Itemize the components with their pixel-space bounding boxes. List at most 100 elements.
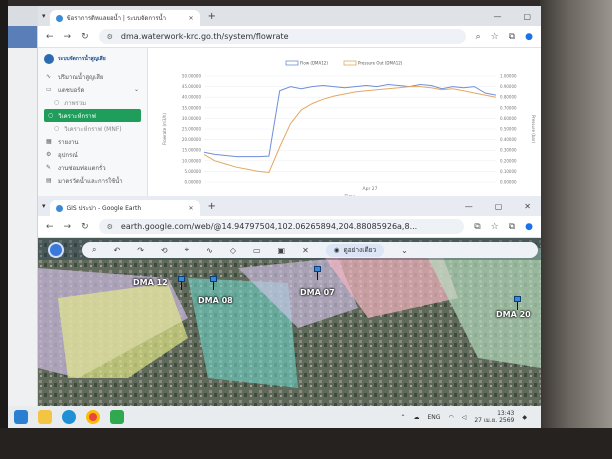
undo-icon[interactable]: ↶ xyxy=(113,246,120,255)
chevron-down-icon[interactable]: ⌄ xyxy=(401,246,408,255)
sidebar-item-graph-analysis[interactable]: ○ วิเคราะห์กราฟ xyxy=(44,109,141,122)
new-tab-icon[interactable]: + xyxy=(208,11,216,22)
browser-window-flowrate: ▾ ข้อราการดิหแลยอนํ้า | ระบบจัดการน้ำ ✕ … xyxy=(38,6,541,206)
url-input[interactable]: ⚙ earth.google.com/web/@14.94797504,102.… xyxy=(98,219,465,234)
site-settings-icon[interactable]: ⚙ xyxy=(107,223,113,231)
zoom-icon[interactable]: ⌕ xyxy=(476,32,481,42)
install-app-icon[interactable]: ⧉ xyxy=(474,222,480,232)
map-pin-icon[interactable] xyxy=(314,266,321,280)
gear-icon: ⚙ xyxy=(46,151,52,158)
maximize-icon[interactable]: ▢ xyxy=(523,12,531,21)
map-label-dma20: DMA 20 xyxy=(496,310,531,319)
map-satellite-layer xyxy=(38,238,541,406)
series-line xyxy=(203,86,497,174)
tools-icon[interactable]: ✕ xyxy=(302,246,309,255)
start-icon[interactable] xyxy=(14,410,28,424)
map-pin-icon[interactable] xyxy=(178,276,185,290)
monitor-bezel-right xyxy=(540,0,612,459)
url-text: dma.waterwork-krc.go.th/system/flowrate xyxy=(120,32,289,41)
path-icon[interactable]: ∿ xyxy=(206,246,213,255)
extensions-icon[interactable]: ⧉ xyxy=(509,222,515,232)
language-indicator[interactable]: ENG xyxy=(428,414,441,421)
map-pin-icon[interactable] xyxy=(210,276,217,290)
forward-icon[interactable]: → xyxy=(64,222,72,232)
redo-icon[interactable]: ↷ xyxy=(137,246,144,255)
map-pin-icon[interactable] xyxy=(514,296,521,310)
legend-label: Pressure Out (DMA12) xyxy=(358,61,403,66)
tab-gis[interactable]: GIS ประปา - Google Earth ✕ xyxy=(49,200,200,216)
close-tab-icon[interactable]: ✕ xyxy=(188,205,193,212)
notification-bell-icon[interactable]: ◆ xyxy=(522,414,527,421)
edge-icon[interactable] xyxy=(62,410,76,424)
app-brand: ระบบจัดการน้ำสูญเสีย xyxy=(38,48,147,70)
site-settings-icon[interactable]: ⚙ xyxy=(107,33,113,41)
clock[interactable]: 13:43 27 เม.ย. 2569 xyxy=(474,410,514,424)
y-right-tick-label: 0.70000 xyxy=(500,105,517,110)
clock-time: 13:43 xyxy=(497,410,515,417)
tab-title: ข้อราการดิหแลยอนํ้า | ระบบจัดการน้ำ xyxy=(66,15,167,22)
tab-flowrate[interactable]: ข้อราการดิหแลยอนํ้า | ระบบจัดการน้ำ ✕ xyxy=(49,10,200,26)
sidebar-item-water-loss[interactable]: ∿ ปริมาณน้ำสูญเสีย xyxy=(38,70,147,83)
close-window-icon[interactable]: ✕ xyxy=(524,202,531,211)
y-right-tick-label: 0.30000 xyxy=(500,148,517,153)
placemark-icon[interactable]: ⌖ xyxy=(185,245,190,255)
map-label-dma07: DMA 07 xyxy=(300,288,335,297)
sidebar-item-repairs[interactable]: ✎ งานซ่อมท่อแตกรั่ว xyxy=(38,161,147,174)
wifi-icon[interactable]: ◠ xyxy=(448,414,453,421)
app-logo-icon xyxy=(44,54,54,64)
sidebar-item-reports[interactable]: ▦ รายงาน xyxy=(38,135,147,148)
table-icon: ▦ xyxy=(46,138,52,145)
eye-icon: ◉ xyxy=(333,246,340,254)
sidebar-item-graph-mnf[interactable]: ○ วิเคราะห์กราฟ (MNF) xyxy=(38,122,147,135)
forward-icon[interactable]: → xyxy=(64,32,72,42)
back-icon[interactable]: ← xyxy=(46,32,54,42)
url-input[interactable]: ⚙ dma.waterwork-krc.go.th/system/flowrat… xyxy=(98,29,466,44)
chrome-icon[interactable] xyxy=(86,410,100,424)
sidebar-item-label: วิเคราะห์กราฟ xyxy=(58,112,96,120)
app-tray-icon[interactable]: ☁ xyxy=(414,414,420,421)
earth-map-view[interactable]: ⌕ ↶ ↷ ⟲ ⌖ ∿ ◇ ▭ ▣ ✕ ◉ ดูอย่างเดียว ⌄ DMA … xyxy=(38,238,541,406)
system-tray: ⌃ ☁ ENG ◠ ◁ 13:43 27 เม.ย. 2569 ◆ xyxy=(400,410,541,424)
back-icon[interactable]: ← xyxy=(46,222,54,232)
search-icon[interactable]: ⌕ xyxy=(92,245,96,255)
monitor-bezel-left xyxy=(0,0,8,459)
polygon-icon[interactable]: ◇ xyxy=(230,246,236,255)
bookmark-star-icon[interactable]: ☆ xyxy=(491,32,499,42)
profile-icon[interactable]: ● xyxy=(525,32,533,42)
profile-icon[interactable]: ● xyxy=(525,222,533,232)
sidebar-item-devices[interactable]: ⚙ อุปกรณ์ xyxy=(38,148,147,161)
history-icon[interactable]: ⟲ xyxy=(161,246,168,255)
clock-date: 27 เม.ย. 2569 xyxy=(474,417,515,424)
windows-taskbar: ⌃ ☁ ENG ◠ ◁ 13:43 27 เม.ย. 2569 ◆ xyxy=(8,406,541,428)
view-only-button[interactable]: ◉ ดูอย่างเดียว xyxy=(325,243,385,257)
extensions-icon[interactable]: ⧉ xyxy=(509,32,515,42)
minimize-icon[interactable]: — xyxy=(465,202,473,211)
reload-icon[interactable]: ↻ xyxy=(81,32,89,42)
sidebar-item-overview[interactable]: ○ ภาพรวม xyxy=(38,96,147,109)
monitor-bezel-bottom xyxy=(0,428,612,459)
tab-bar: ▾ ข้อราการดิหแลยอนํ้า | ระบบจัดการน้ำ ✕ … xyxy=(38,6,541,26)
bookmark-star-icon[interactable]: ☆ xyxy=(491,222,499,232)
new-tab-icon[interactable]: + xyxy=(208,201,216,212)
meter-icon: ▤ xyxy=(46,177,52,184)
tab-list-icon[interactable]: ▾ xyxy=(42,12,46,20)
image-overlay-icon[interactable]: ▣ xyxy=(278,246,286,255)
ruler-icon[interactable]: ▭ xyxy=(253,246,261,255)
volume-icon[interactable]: ◁ xyxy=(462,414,467,421)
sidebar-item-meters[interactable]: ▤ มาตรวัดน้ำและการใช้น้ำ xyxy=(38,174,147,187)
y-right-tick-label: 0.10000 xyxy=(500,169,517,174)
tab-list-icon[interactable]: ▾ xyxy=(42,202,46,210)
minimize-icon[interactable]: — xyxy=(493,12,501,21)
reload-icon[interactable]: ↻ xyxy=(81,222,89,232)
close-tab-icon[interactable]: ✕ xyxy=(188,15,193,22)
y-left-tick-label: 40.00000 xyxy=(182,95,202,100)
chevron-up-icon[interactable]: ⌃ xyxy=(400,414,405,421)
x-tick-label: Apr 27 xyxy=(363,186,378,192)
dot-icon: ○ xyxy=(54,99,60,106)
file-explorer-icon[interactable] xyxy=(38,410,52,424)
line-app-icon[interactable] xyxy=(110,410,124,424)
earth-globe-icon[interactable] xyxy=(48,242,64,258)
sidebar-item-dashboard[interactable]: ▭ แดชบอร์ด ⌄ xyxy=(38,83,147,96)
chart-svg: 0.00000 5.00000 10.00000 15.00000 20.00000 25… xyxy=(162,61,536,201)
maximize-icon[interactable]: ▢ xyxy=(495,202,503,211)
